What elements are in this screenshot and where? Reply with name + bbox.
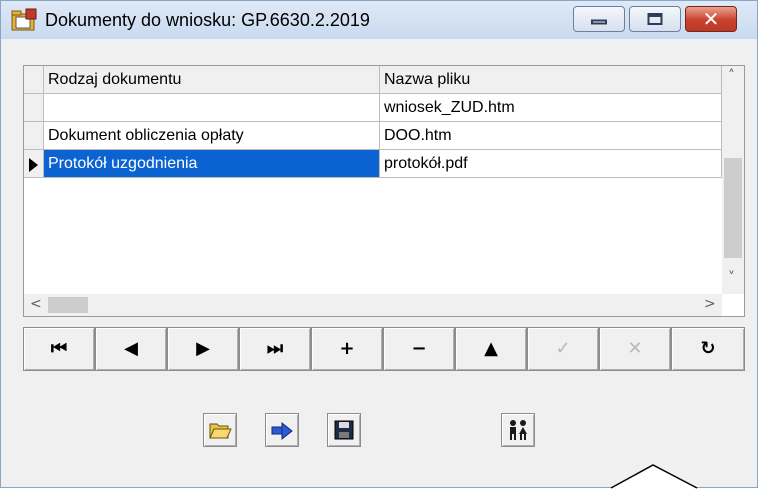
vertical-scrollbar[interactable]: ˄ ˅ bbox=[722, 66, 744, 294]
post-record-button[interactable]: ✓ bbox=[527, 327, 599, 371]
minimize-icon bbox=[591, 19, 607, 25]
column-header-type[interactable]: Rodzaj dokumentu bbox=[44, 66, 380, 94]
plus-icon: + bbox=[339, 338, 355, 359]
header-indicator-cell bbox=[24, 66, 44, 94]
insert-record-button[interactable]: + bbox=[311, 327, 383, 371]
column-header-file[interactable]: Nazwa pliku bbox=[380, 66, 722, 94]
document-type-cell[interactable]: Dokument obliczenia opłaty bbox=[44, 122, 380, 150]
table-row-selected[interactable]: Protokół uzgodnienia protokół.pdf bbox=[24, 150, 722, 178]
next-icon: ▶ bbox=[196, 338, 210, 359]
scroll-up-icon[interactable]: ˄ bbox=[728, 68, 735, 84]
check-icon: ✓ bbox=[555, 338, 571, 359]
documents-grid[interactable]: Rodzaj dokumentu Nazwa pliku wniosek_ZUD… bbox=[23, 65, 745, 317]
minus-icon: − bbox=[411, 338, 427, 359]
maximize-button[interactable] bbox=[629, 6, 681, 32]
cancel-edit-button[interactable]: ✕ bbox=[599, 327, 671, 371]
grid-header: Rodzaj dokumentu Nazwa pliku bbox=[24, 66, 722, 94]
open-folder-icon bbox=[209, 423, 232, 439]
document-type-cell[interactable] bbox=[44, 94, 380, 122]
last-icon: ⏭ bbox=[266, 338, 284, 359]
scroll-down-icon[interactable]: ˅ bbox=[728, 270, 735, 286]
prior-icon: ◀ bbox=[124, 338, 138, 359]
row-indicator[interactable] bbox=[24, 122, 44, 150]
app-folder-icon bbox=[11, 8, 37, 31]
next-record-button[interactable]: ▶ bbox=[167, 327, 239, 371]
document-type-cell[interactable]: Protokół uzgodnienia bbox=[44, 150, 380, 178]
current-row-arrow-icon bbox=[29, 158, 38, 172]
refresh-data-button[interactable]: ↻ bbox=[671, 327, 745, 371]
documents-window: Dokumenty do wniosku: GP.6630.2.2019 ✕ R… bbox=[0, 0, 758, 489]
open-folder-button[interactable] bbox=[203, 413, 237, 447]
scroll-left-icon[interactable]: < bbox=[30, 296, 42, 312]
people-icon bbox=[510, 420, 527, 440]
last-record-button[interactable]: ⏭ bbox=[239, 327, 311, 371]
send-forward-button[interactable] bbox=[265, 413, 299, 447]
close-button[interactable]: ✕ bbox=[685, 6, 737, 32]
table-row[interactable]: Dokument obliczenia opłaty DOO.htm bbox=[24, 122, 722, 150]
vertical-scroll-thumb[interactable] bbox=[724, 158, 742, 258]
file-name-cell[interactable]: DOO.htm bbox=[380, 122, 722, 150]
title-bar[interactable]: Dokumenty do wniosku: GP.6630.2.2019 ✕ bbox=[1, 1, 757, 39]
arrow-right-icon bbox=[271, 421, 293, 441]
triangle-up-icon: ▲ bbox=[484, 338, 498, 359]
window-title: Dokumenty do wniosku: GP.6630.2.2019 bbox=[45, 10, 370, 30]
delete-record-button[interactable]: − bbox=[383, 327, 455, 371]
horizontal-scroll-thumb[interactable] bbox=[48, 297, 88, 313]
edit-record-button[interactable]: ▲ bbox=[455, 327, 527, 371]
scroll-right-icon[interactable]: > bbox=[704, 296, 716, 312]
close-icon: ✕ bbox=[702, 7, 720, 31]
first-record-button[interactable]: ⏮ bbox=[23, 327, 95, 371]
row-indicator[interactable] bbox=[24, 150, 44, 178]
refresh-icon: ↻ bbox=[700, 338, 716, 359]
db-navigator: ⏮ ◀ ▶ ⏭ + − ▲ ✓ ✕ ↻ bbox=[23, 327, 745, 373]
file-name-cell[interactable]: wniosek_ZUD.htm bbox=[380, 94, 722, 122]
first-icon: ⏮ bbox=[50, 338, 68, 359]
table-row[interactable]: wniosek_ZUD.htm bbox=[24, 94, 722, 122]
file-name-cell[interactable]: protokół.pdf bbox=[380, 150, 722, 178]
users-button[interactable] bbox=[501, 413, 535, 447]
save-icon bbox=[334, 420, 354, 440]
save-button[interactable] bbox=[327, 413, 361, 447]
minimize-button[interactable] bbox=[573, 6, 625, 32]
row-indicator[interactable] bbox=[24, 94, 44, 122]
cancel-icon: ✕ bbox=[627, 338, 643, 359]
prior-record-button[interactable]: ◀ bbox=[95, 327, 167, 371]
maximize-icon bbox=[647, 13, 663, 25]
mouse-pointer-icon bbox=[610, 464, 698, 489]
horizontal-scrollbar[interactable]: < > bbox=[24, 294, 722, 316]
